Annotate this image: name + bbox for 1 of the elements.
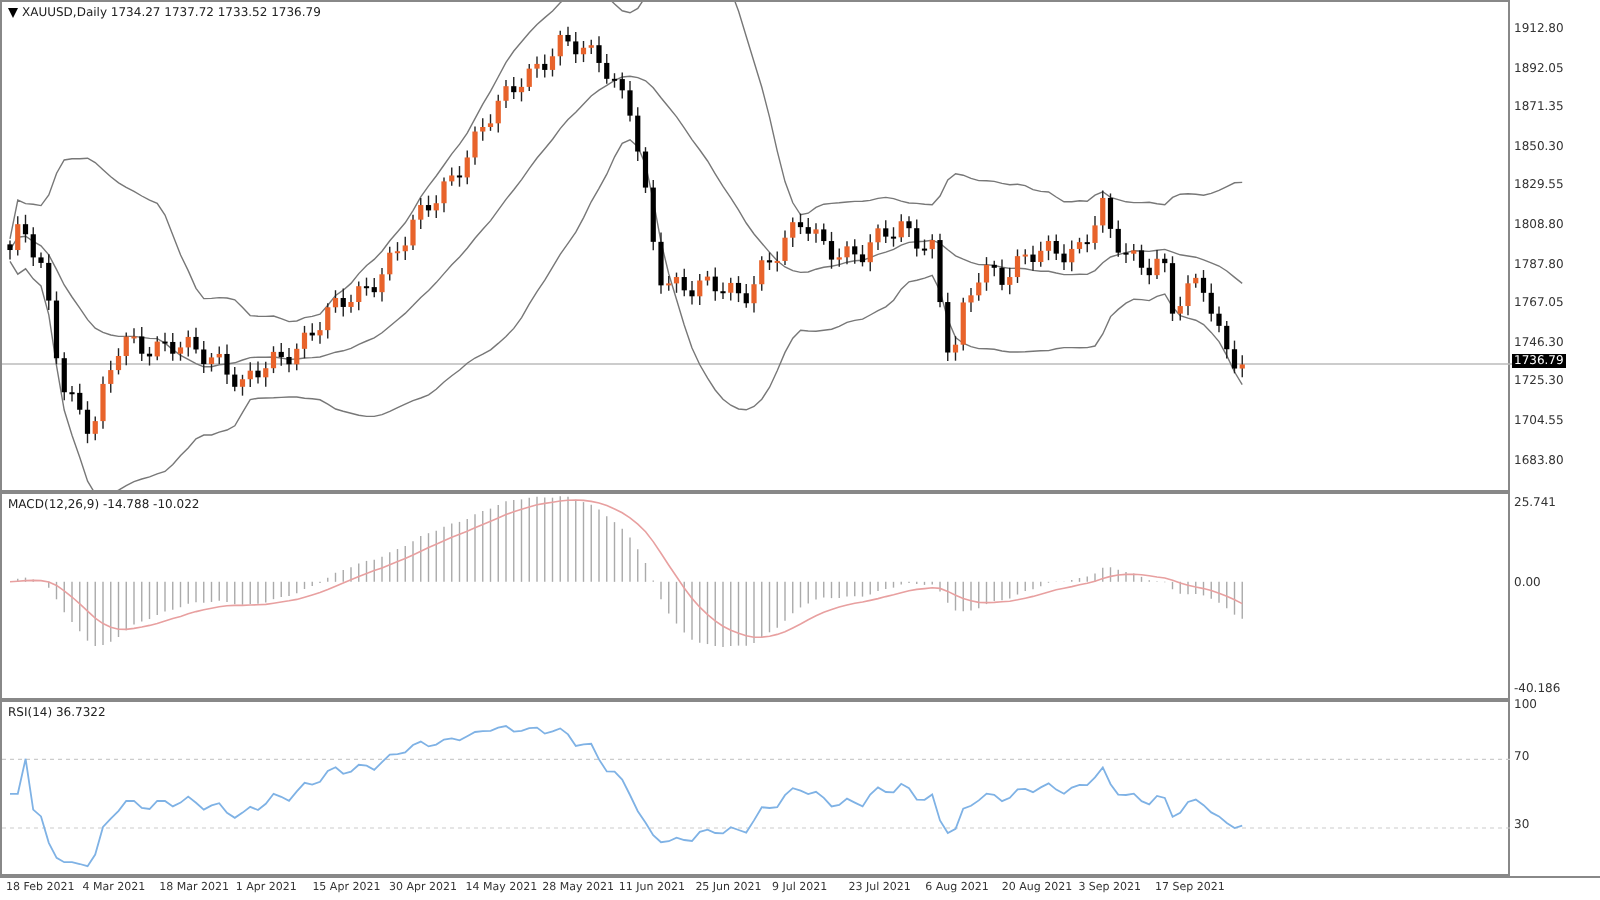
- triangle-icon: [8, 8, 18, 18]
